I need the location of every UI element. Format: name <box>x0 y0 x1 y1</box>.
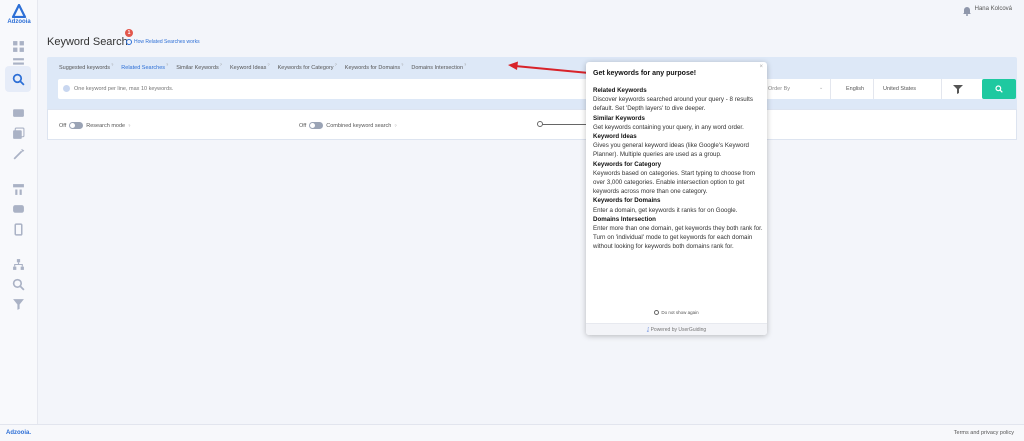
divider <box>830 79 831 99</box>
bell-icon[interactable] <box>962 5 972 16</box>
tooltip-title: Get keywords for any purpose! <box>593 70 697 77</box>
help-icon[interactable]: ? <box>401 62 403 67</box>
guide-tooltip: × Get keywords for any purpose! Related … <box>586 62 767 335</box>
combined-search-label: Combined keyword search <box>326 122 392 129</box>
footer-brand: Adzooia. <box>6 430 31 436</box>
tooltip-section-heading: Similar Keywords <box>593 114 645 122</box>
copy-icon[interactable] <box>11 126 25 140</box>
logo-mark-icon <box>11 4 27 18</box>
logo[interactable]: Adzooia <box>5 4 33 25</box>
tab-domains-intersection[interactable]: Domains Intersection? <box>411 62 466 71</box>
tooltip-section-heading: Keywords for Domains <box>593 197 661 205</box>
radio-icon[interactable] <box>654 310 660 316</box>
hierarchy-icon[interactable] <box>11 182 25 196</box>
options-row: Off Research mode? Off Combined keyword … <box>47 109 1017 140</box>
tab-label: Keyword Ideas <box>229 64 267 71</box>
help-icon[interactable]: ? <box>128 123 130 128</box>
tab-label: Keywords for Category <box>277 64 334 71</box>
tooltip-section-text: Gives you general keyword ideas (like Go… <box>593 142 749 159</box>
tab-related-searches[interactable]: Related Searches? <box>121 62 168 71</box>
tab-similar-keywords[interactable]: Similar Keywords? <box>176 62 222 71</box>
tooltip-section-text: Get keywords containing your query, in a… <box>593 123 744 131</box>
pointer-arrow <box>508 61 590 74</box>
tooltip-section-heading: Related Keywords <box>593 87 647 94</box>
search-row: Order By ⌄ English United States <box>58 79 1016 99</box>
powered-by-label: Powered by UserGuiding <box>650 327 707 333</box>
play-icon <box>126 39 132 45</box>
page-title: Keyword Search <box>47 36 128 48</box>
tab-bar: Suggested keywords? Related Searches? Simi… <box>59 62 474 71</box>
do-not-show-again[interactable]: Do not show again <box>586 310 767 316</box>
research-mode-label: Research mode <box>86 122 126 129</box>
topbar: Hana Kolcová <box>38 0 1024 22</box>
tab-label: Domains Intersection <box>411 64 464 71</box>
tooltip-footer[interactable]: ʆ Powered by UserGuiding <box>586 323 767 335</box>
help-icon[interactable]: ? <box>394 123 396 128</box>
divider <box>941 79 942 99</box>
search-icon[interactable] <box>11 72 25 86</box>
help-icon[interactable]: ? <box>111 62 113 67</box>
terms-link[interactable]: Terms and privacy policy <box>954 430 1014 436</box>
tab-keywords-for-category[interactable]: Keywords for Category? <box>278 62 337 71</box>
order-by-select[interactable]: Order By <box>768 86 790 92</box>
card-icon[interactable] <box>11 105 25 119</box>
toggle-switch[interactable] <box>309 122 324 129</box>
help-icon[interactable]: ? <box>166 62 168 67</box>
country-select[interactable]: United States <box>883 86 916 92</box>
logo-text: Adzooia <box>7 19 31 25</box>
sidebar: Adzooia <box>0 0 38 441</box>
filter-x-icon[interactable] <box>11 297 25 311</box>
help-link[interactable]: How Related Searches works <box>126 39 200 45</box>
tooltip-section-text: Keywords based on categories. Start typi… <box>593 169 755 196</box>
sitemap-icon[interactable] <box>11 257 25 271</box>
help-link-label: How Related Searches works <box>134 39 200 45</box>
tooltip-section-text: Enter a domain, get keywords it ranks fo… <box>593 206 738 214</box>
combined-search-state: Off <box>299 122 307 129</box>
tab-label: Similar Keywords <box>176 64 219 71</box>
chat-icon[interactable] <box>11 202 25 216</box>
mobile-icon[interactable] <box>11 222 25 236</box>
tab-keyword-ideas[interactable]: Keyword Ideas? <box>230 62 270 71</box>
footer: Adzooia. Terms and privacy policy <box>0 424 1024 441</box>
research-mode-state: Off <box>59 122 67 129</box>
help-icon[interactable]: ? <box>267 62 269 67</box>
tab-suggested-keywords[interactable]: Suggested keywords? <box>59 62 113 71</box>
tooltip-body: Related Keywords Discover keywords search… <box>593 86 763 252</box>
keyword-input[interactable] <box>74 82 574 96</box>
tooltip-section-heading: Keyword Ideas <box>593 133 637 141</box>
funnel-icon[interactable] <box>953 84 963 94</box>
chevron-down-icon: ⌄ <box>819 85 824 91</box>
search-icon <box>995 85 1003 93</box>
help-icon[interactable]: ? <box>464 62 466 67</box>
tooltip-section-text: Discover keywords searched around your q… <box>593 96 753 113</box>
dashboard-icon[interactable] <box>11 39 25 53</box>
info-icon <box>63 85 70 92</box>
depth-slider-track[interactable] <box>539 124 589 125</box>
help-badge: 1 <box>125 29 133 37</box>
userguiding-icon: ʆ <box>646 327 649 333</box>
wand-icon[interactable] <box>11 147 25 161</box>
tooltip-section-text: Enter more than one domain, get keywords… <box>593 225 763 251</box>
depth-slider-handle[interactable] <box>537 121 543 127</box>
close-icon[interactable]: × <box>759 64 763 70</box>
user-name[interactable]: Hana Kolcová <box>975 6 1012 12</box>
tab-label: Keywords for Domains <box>344 64 401 71</box>
do-not-show-label: Do not show again <box>661 310 699 315</box>
combined-search-toggle[interactable]: Off Combined keyword search? <box>299 122 397 129</box>
help-icon[interactable]: ? <box>220 62 222 67</box>
search-button[interactable] <box>982 79 1016 99</box>
help-icon[interactable]: ? <box>335 62 337 67</box>
tooltip-section-heading: Keywords for Category <box>593 160 662 168</box>
tab-label: Related Searches <box>121 64 166 71</box>
research-mode-toggle[interactable]: Off Research mode? <box>59 122 130 129</box>
divider <box>873 79 874 99</box>
tooltip-section-heading: Domains Intersection <box>593 215 656 223</box>
zoom-icon[interactable] <box>11 277 25 291</box>
language-select[interactable]: English <box>846 86 864 92</box>
toggle-switch[interactable] <box>69 122 84 129</box>
tab-label: Suggested keywords <box>59 64 111 71</box>
tab-keywords-for-domains[interactable]: Keywords for Domains? <box>345 62 404 71</box>
